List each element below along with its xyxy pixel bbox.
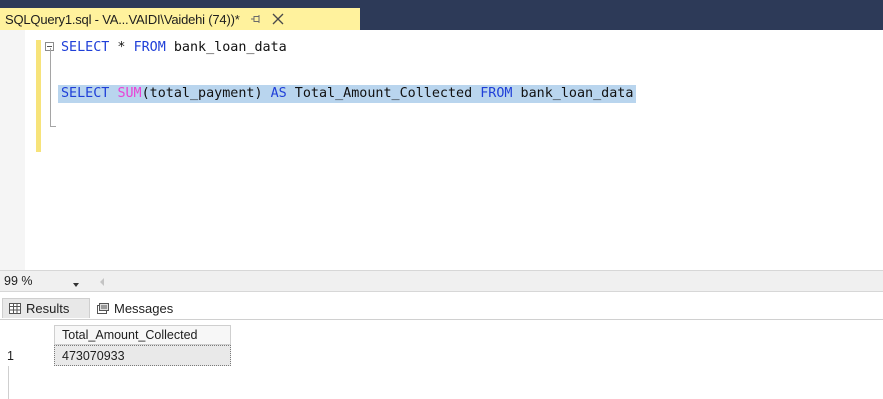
results-divider — [0, 319, 883, 320]
pin-icon[interactable] — [249, 12, 263, 26]
column-header[interactable]: Total_Amount_Collected — [54, 325, 231, 345]
query-editor[interactable]: SELECT * FROM bank_loan_data SELECT SUM(… — [0, 30, 883, 270]
tab-sqlquery1[interactable]: SQLQuery1.sql - VA...VAIDI\Vaidehi (74))… — [0, 8, 360, 30]
function-name: SUM — [117, 86, 142, 101]
messages-icon — [97, 302, 109, 314]
code-text: bank_loan_data — [512, 86, 634, 101]
tab-messages[interactable]: Messages — [93, 298, 185, 318]
editor-gutter — [0, 30, 25, 270]
change-tracking-bar — [36, 40, 41, 152]
code-text: (total_payment) — [141, 86, 271, 101]
code-text: bank_loan_data — [165, 40, 287, 55]
scroll-left-icon[interactable] — [98, 275, 106, 293]
tab-title: SQLQuery1.sql - VA...VAIDI\Vaidehi (74))… — [5, 11, 240, 27]
keyword: AS — [270, 86, 287, 101]
code-line-3-selected[interactable]: SELECT SUM(total_payment) AS Total_Amoun… — [58, 85, 637, 103]
keyword: SELECT — [61, 40, 110, 55]
results-left-edge — [8, 366, 9, 399]
tab-results[interactable]: Results — [2, 298, 90, 318]
keyword: FROM — [480, 86, 513, 101]
grid-icon — [9, 303, 21, 314]
outline-line — [50, 48, 51, 126]
keyword: FROM — [133, 40, 166, 55]
code-text: Total_Amount_Collected — [286, 86, 481, 101]
tab-messages-label: Messages — [114, 300, 174, 316]
document-tab-strip: SQLQuery1.sql - VA...VAIDI\Vaidehi (74))… — [0, 0, 883, 30]
outline-tick — [50, 126, 56, 127]
row-number[interactable]: 1 — [0, 345, 54, 366]
zoom-select[interactable]: 99 % — [0, 271, 92, 291]
code-line-1[interactable]: SELECT * FROM bank_loan_data — [61, 39, 287, 57]
chevron-down-icon[interactable] — [72, 277, 80, 291]
code-text: * — [109, 40, 134, 55]
zoom-value: 99 % — [4, 274, 33, 288]
zoom-bar: 99 % — [0, 270, 883, 292]
tab-results-label: Results — [26, 301, 70, 316]
grid-cell[interactable]: 473070933 — [54, 345, 231, 366]
keyword: SELECT — [61, 86, 110, 101]
results-tab-strip: Results Messages — [0, 295, 883, 319]
close-icon[interactable] — [271, 12, 285, 26]
